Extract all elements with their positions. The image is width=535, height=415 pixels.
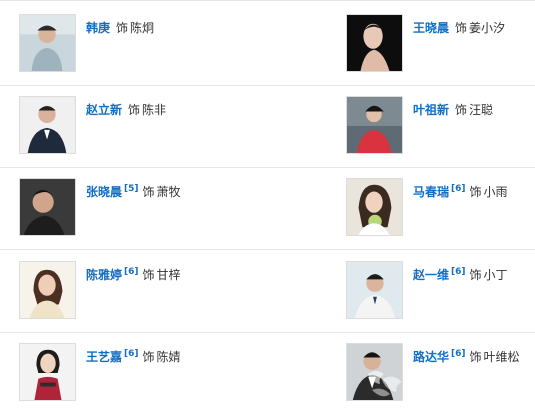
role-name: 姜小汐 [469,21,506,35]
role-name: 汪聪 [469,103,494,117]
cast-entry: 赵一维 [6] 饰小丁 [346,261,535,321]
actor-name-link[interactable]: 叶祖新 [413,103,449,117]
as-label: 饰 [142,185,155,199]
cast-row: 陈雅婷 [6] 饰甘梓 赵一维 [6] 饰小丁 [0,251,535,333]
actor-photo[interactable] [346,96,403,154]
as-label: 饰 [128,103,141,117]
top-rule [0,0,535,1]
role-name: 甘梓 [156,268,181,282]
cast-row: 张晓晨 [5] 饰萧牧 马春瑞 [6] 饰小雨 [0,168,535,250]
actor-photo[interactable] [19,178,76,236]
cast-entry: 叶祖新饰汪聪 [346,96,535,156]
cast-row: 王艺嘉 [6] 饰陈婧 路达华 [6] 饰叶维松 [0,333,535,415]
as-label: 饰 [469,268,482,282]
reference-link[interactable]: [6] [451,184,466,194]
actor-photo[interactable] [19,14,76,72]
actor-photo[interactable] [19,261,76,319]
as-label: 饰 [469,350,482,364]
cast-row: 赵立新饰陈非 叶祖新饰汪聪 [0,86,535,168]
actor-photo[interactable] [346,14,403,72]
actor-name-link[interactable]: 马春瑞 [413,185,449,199]
reference-link[interactable]: [6] [451,349,466,359]
actor-name-link[interactable]: 张晓晨 [86,185,122,199]
cast-entry: 张晓晨 [5] 饰萧牧 [19,178,319,238]
actor-name-link[interactable]: 路达华 [413,350,449,364]
role-name: 陈非 [142,103,167,117]
cast-entry: 韩庚饰陈炯 [19,14,319,74]
actor-name-link[interactable]: 韩庚 [86,21,110,35]
role-name: 小雨 [483,185,508,199]
actor-photo[interactable] [19,343,76,401]
actor-photo[interactable] [346,178,403,236]
cast-entry: 马春瑞 [6] 饰小雨 [346,178,535,238]
as-label: 饰 [116,21,129,35]
role-name: 陈炯 [130,21,155,35]
as-label: 饰 [455,103,468,117]
reference-link[interactable]: [6] [124,349,139,359]
as-label: 饰 [142,350,155,364]
cast-entry: 王艺嘉 [6] 饰陈婧 [19,343,319,403]
as-label: 饰 [142,268,155,282]
actor-name-link[interactable]: 王晓晨 [413,21,449,35]
role-name: 小丁 [483,268,508,282]
cast-entry: 王晓晨饰姜小汐 [346,14,535,74]
watermark-logo [368,371,402,397]
reference-link[interactable]: [6] [451,267,466,277]
as-label: 饰 [469,185,482,199]
role-name: 叶维松 [483,350,520,364]
cast-entry: 陈雅婷 [6] 饰甘梓 [19,261,319,321]
actor-name-link[interactable]: 陈雅婷 [86,268,122,282]
actor-name-link[interactable]: 赵一维 [413,268,449,282]
reference-link[interactable]: [6] [124,267,139,277]
cast-row: 韩庚饰陈炯 王晓晨饰姜小汐 [0,4,535,86]
as-label: 饰 [455,21,468,35]
actor-photo[interactable] [346,261,403,319]
actor-name-link[interactable]: 赵立新 [86,103,122,117]
reference-link[interactable]: [5] [124,184,139,194]
actor-name-link[interactable]: 王艺嘉 [86,350,122,364]
role-name: 陈婧 [156,350,181,364]
actor-photo[interactable] [19,96,76,154]
cast-entry: 赵立新饰陈非 [19,96,319,156]
role-name: 萧牧 [156,185,181,199]
